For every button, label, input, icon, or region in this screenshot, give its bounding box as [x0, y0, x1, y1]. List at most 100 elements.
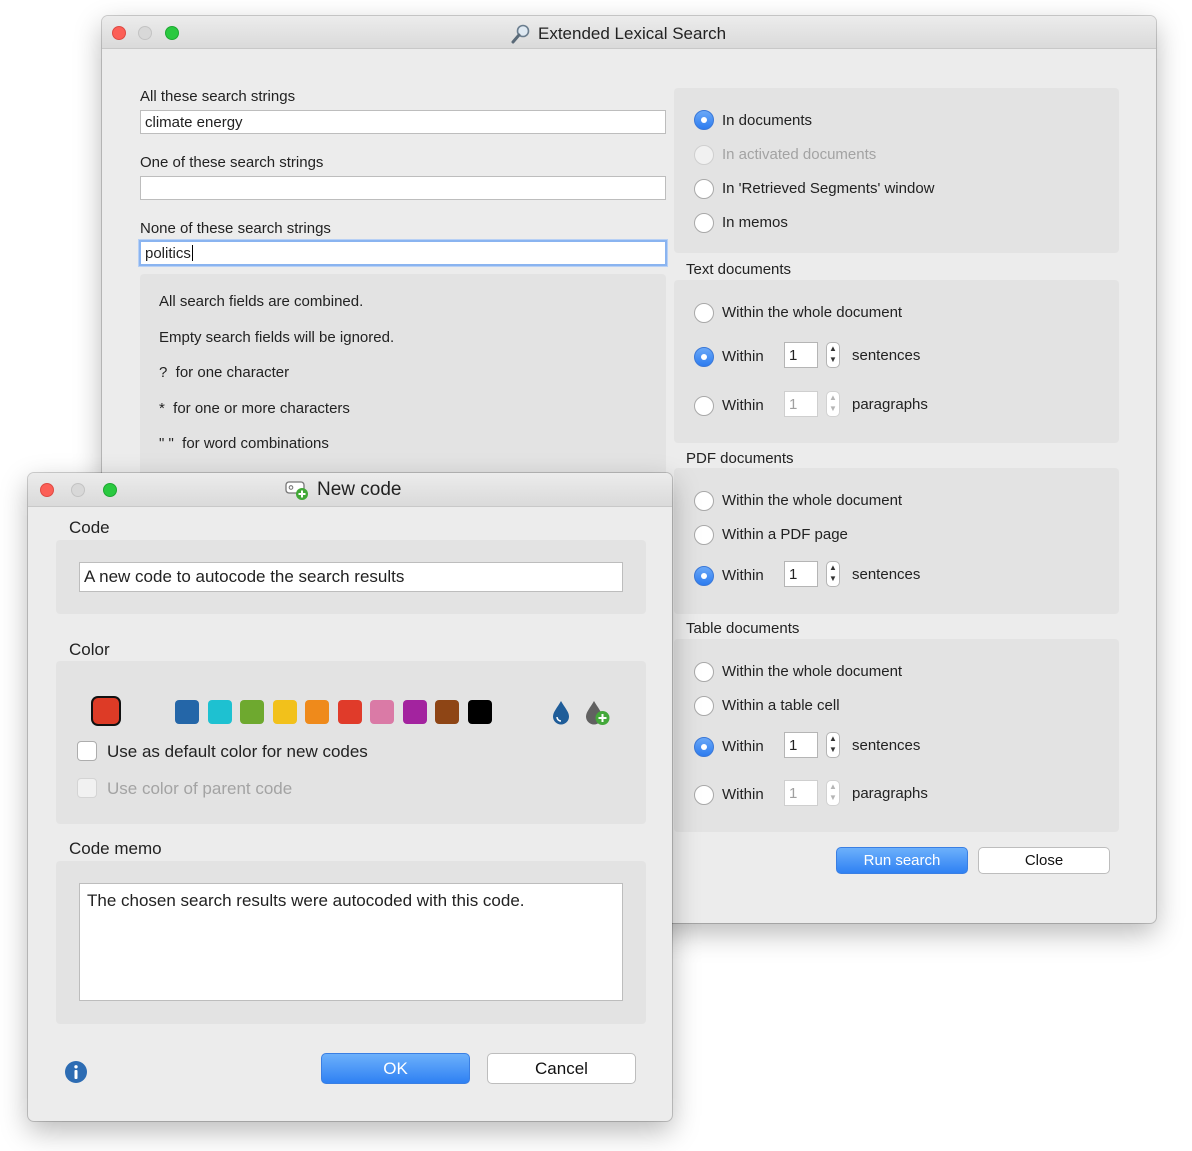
color-panel: Use as default color for new codes Use c… [56, 661, 646, 824]
text-sentences-unit: sentences [852, 347, 921, 364]
info-icon[interactable] [64, 1060, 88, 1084]
help-line-5: " " for word combinations [159, 435, 329, 452]
text-whole-document-radio[interactable] [694, 303, 714, 323]
close-window-button[interactable] [40, 483, 54, 497]
pdf-documents-heading: PDF documents [686, 450, 794, 467]
table-paragraphs-stepper: ▲ ▼ [826, 780, 840, 806]
color-swatch[interactable] [435, 700, 459, 724]
in-activated-label: In activated documents [722, 146, 877, 163]
none-strings-label: None of these search strings [140, 220, 331, 237]
code-label: Code [69, 518, 110, 537]
color-swatch[interactable] [175, 700, 199, 724]
table-sentences-input[interactable]: 1 [784, 732, 818, 758]
zoom-window-button[interactable] [165, 26, 179, 40]
pdf-within-sentences-radio[interactable] [694, 566, 714, 586]
close-window-button[interactable] [112, 26, 126, 40]
memo-panel: The chosen search results were autocoded… [56, 861, 646, 1024]
code-window-title-text: New code [317, 479, 402, 500]
code-name-input[interactable]: A new code to autocode the search result… [79, 562, 623, 592]
table-paragraphs-input: 1 [784, 780, 818, 806]
code-window-titlebar: New code [28, 473, 672, 507]
table-whole-document-radio[interactable] [694, 662, 714, 682]
search-window-title-text: Extended Lexical Search [538, 24, 727, 43]
text-within-sentences-radio[interactable] [694, 347, 714, 367]
text-within-sentences-label: Within [722, 348, 764, 365]
text-within-paragraphs-label: Within [722, 397, 764, 414]
table-cell-label: Within a table cell [722, 697, 840, 714]
text-sentences-stepper[interactable]: ▲ ▼ [826, 342, 840, 368]
code-memo-label: Code memo [69, 839, 162, 858]
add-color-icon[interactable] [584, 699, 612, 727]
in-memos-radio[interactable] [694, 213, 714, 233]
in-retrieved-label: In 'Retrieved Segments' window [722, 180, 935, 197]
color-label: Color [69, 640, 110, 659]
table-cell-radio[interactable] [694, 696, 714, 716]
color-swatch[interactable] [467, 700, 492, 724]
selected-color-swatch[interactable] [93, 698, 119, 724]
minimize-window-button[interactable] [71, 483, 85, 497]
pdf-page-radio[interactable] [694, 525, 714, 545]
minimize-window-button[interactable] [138, 26, 152, 40]
default-color-checkbox[interactable] [77, 741, 97, 761]
scope-panel: In documents In activated documents In '… [674, 88, 1119, 253]
cancel-button[interactable]: Cancel [487, 1053, 636, 1084]
pdf-within-sentences-label: Within [722, 567, 764, 584]
pdf-sentences-input[interactable]: 1 [784, 561, 818, 587]
table-within-sentences-label: Within [722, 738, 764, 755]
none-strings-value: politics [145, 244, 191, 262]
text-paragraphs-stepper: ▲ ▼ [826, 391, 840, 417]
in-documents-radio[interactable] [694, 110, 714, 130]
all-strings-value: climate energy [145, 113, 243, 131]
table-whole-document-label: Within the whole document [722, 663, 903, 680]
text-within-paragraphs-radio[interactable] [694, 396, 714, 416]
table-paragraphs-unit: paragraphs [852, 785, 928, 802]
run-search-button[interactable]: Run search [836, 847, 968, 874]
code-memo-textarea[interactable]: The chosen search results were autocoded… [79, 883, 623, 1001]
help-line-2: Empty search fields will be ignored. [159, 329, 395, 346]
text-whole-document-label: Within the whole document [722, 304, 903, 321]
one-string-input[interactable] [140, 176, 666, 200]
color-swatch[interactable] [305, 700, 329, 724]
color-swatch[interactable] [272, 700, 297, 724]
water-drop-icon[interactable] [550, 699, 572, 725]
ok-button[interactable]: OK [321, 1053, 470, 1084]
magnifier-icon [511, 24, 530, 44]
all-strings-input[interactable]: climate energy [140, 110, 666, 134]
color-swatch[interactable] [337, 700, 362, 724]
pdf-whole-document-label: Within the whole document [722, 492, 903, 509]
text-sentences-input[interactable]: 1 [784, 342, 818, 368]
text-documents-panel: Within the whole document Within 1 ▲ ▼ se… [674, 280, 1119, 443]
in-activated-radio [694, 145, 714, 165]
parent-color-checkbox [77, 778, 97, 798]
pdf-whole-document-radio[interactable] [694, 491, 714, 511]
table-documents-panel: Within the whole document Within a table… [674, 639, 1119, 832]
close-button[interactable]: Close [978, 847, 1110, 874]
code-window-title: New code [285, 478, 402, 502]
in-retrieved-radio[interactable] [694, 179, 714, 199]
all-strings-label: All these search strings [140, 88, 296, 105]
one-string-label: One of these search strings [140, 154, 324, 171]
table-within-paragraphs-label: Within [722, 786, 764, 803]
color-swatch[interactable] [240, 700, 264, 724]
zoom-window-button[interactable] [103, 483, 117, 497]
code-name-value: A new code to autocode the search result… [84, 567, 405, 586]
pdf-sentences-unit: sentences [852, 566, 921, 583]
color-swatch[interactable] [370, 700, 394, 724]
color-swatch[interactable] [207, 700, 232, 724]
search-window-title: Extended Lexical Search [510, 23, 726, 45]
new-code-icon [285, 481, 308, 500]
color-swatch[interactable] [402, 700, 427, 724]
pdf-sentences-stepper[interactable]: ▲ ▼ [826, 561, 840, 587]
text-paragraphs-unit: paragraphs [852, 396, 928, 413]
table-documents-heading: Table documents [686, 620, 800, 637]
table-within-paragraphs-radio[interactable] [694, 785, 714, 805]
new-code-window: New code Code A new code to autocode the… [28, 473, 672, 1121]
search-window-titlebar: Extended Lexical Search [102, 16, 1156, 49]
search-help-panel: All search fields are combined. Empty se… [140, 274, 666, 494]
text-documents-heading: Text documents [686, 261, 792, 278]
help-line-1: All search fields are combined. [159, 293, 364, 310]
text-paragraphs-input: 1 [784, 391, 818, 417]
table-within-sentences-radio[interactable] [694, 737, 714, 757]
none-strings-input[interactable]: politics [139, 240, 667, 266]
table-sentences-stepper[interactable]: ▲ ▼ [826, 732, 840, 758]
